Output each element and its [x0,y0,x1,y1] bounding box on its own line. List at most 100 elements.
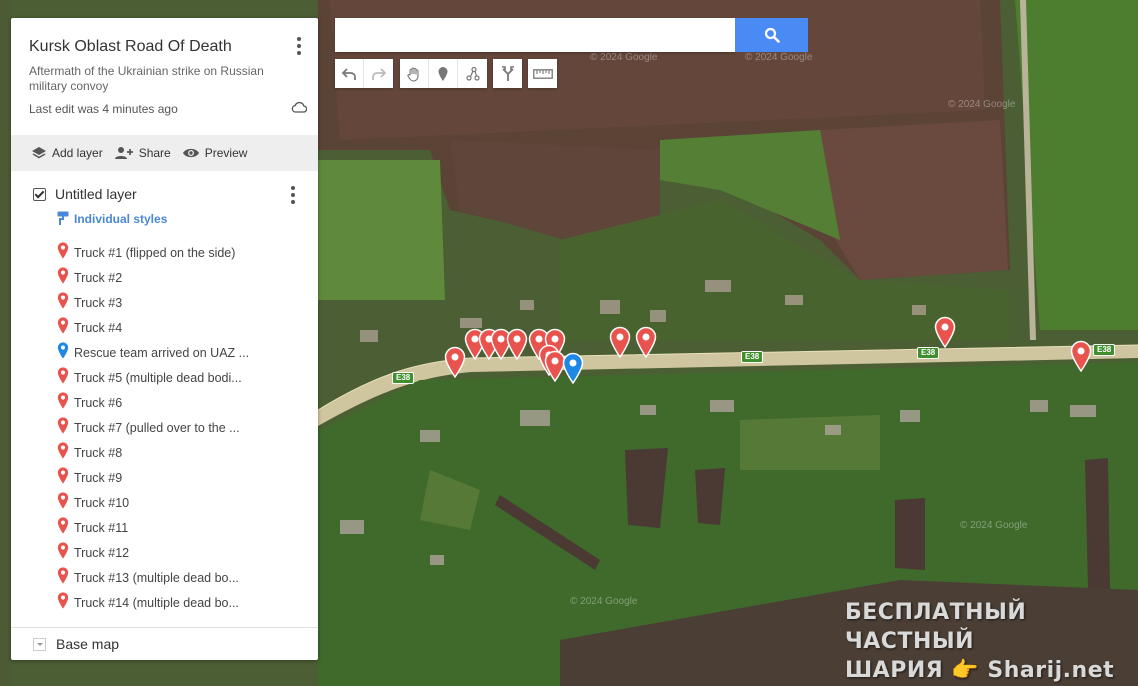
layer-style-link[interactable]: Individual styles [57,211,167,226]
road-label-e38: E38 [1093,344,1116,356]
search-button[interactable] [735,18,808,52]
item-label: Truck #6 [74,395,123,410]
map-marker[interactable] [562,352,584,384]
map-pin-icon [56,266,70,290]
road-label-e38: E38 [741,351,764,363]
list-item[interactable]: Truck #2 [56,265,306,290]
map-pin-icon [56,316,70,340]
preview-label: Preview [204,146,248,160]
map-pin-icon [56,416,70,440]
map-pin-icon [56,541,70,565]
layer-header: Untitled layer [33,186,137,202]
item-label: Truck #1 (flipped on the side) [74,245,236,260]
directions-icon [501,65,514,81]
divider [11,627,318,628]
imagery-credit: © 2024 Google [745,52,813,63]
imagery-credit: © 2024 Google [960,520,1028,531]
list-item[interactable]: Truck #3 [56,290,306,315]
share-button[interactable]: Share [114,146,171,160]
list-item[interactable]: Rescue team arrived on UAZ ... [56,340,306,365]
map-pin-icon [56,441,70,465]
list-item[interactable]: Truck #11 [56,515,306,540]
list-item[interactable]: Truck #13 (multiple dead bo... [56,565,306,590]
map-details-panel: Kursk Oblast Road Of Death Aftermath of … [11,18,318,660]
undo-icon [341,67,356,80]
add-person-icon [114,147,133,159]
pan-button[interactable] [400,59,429,88]
map-pin-icon [56,391,70,415]
imagery-credit: © 2024 Google [948,99,1016,110]
imagery-credit: © 2024 Google [570,596,638,607]
list-item[interactable]: Truck #7 (pulled over to the ... [56,415,306,440]
list-item[interactable]: Truck #10 [56,490,306,515]
map-marker[interactable] [444,346,466,378]
item-label: Truck #3 [74,295,123,310]
item-label: Rescue team arrived on UAZ ... [74,345,250,360]
add-layer-button[interactable]: Add layer [31,146,103,160]
layer-options-button[interactable] [290,186,296,204]
list-item[interactable]: Truck #5 (multiple dead bodi... [56,365,306,390]
map-marker[interactable] [609,326,631,358]
base-map-label: Base map [56,636,120,652]
map-marker[interactable] [934,316,956,348]
map-pin-icon [56,291,70,315]
undo-button[interactable] [335,59,364,88]
item-label: Truck #14 (multiple dead bo... [74,595,239,610]
item-label: Truck #13 (multiple dead bo... [74,570,239,585]
last-edit-status: Last edit was 4 minutes ago [29,102,178,116]
list-item[interactable]: Truck #12 [56,540,306,565]
map-title[interactable]: Kursk Oblast Road Of Death [29,38,232,56]
add-marker-icon [438,66,448,81]
hand-icon [407,66,419,82]
measure-toolbar [528,59,557,88]
list-item[interactable]: Truck #8 [56,440,306,465]
map-marker[interactable] [506,328,528,360]
item-label: Truck #11 [74,520,129,535]
redo-button[interactable] [364,59,393,88]
map-pin-icon [56,591,70,615]
map-marker[interactable] [635,326,657,358]
layer-name[interactable]: Untitled layer [55,186,137,202]
redo-icon [371,67,386,80]
item-label: Truck #10 [74,495,130,510]
map-description[interactable]: Aftermath of the Ukrainian strike on Rus… [29,64,279,94]
list-item[interactable]: Truck #6 [56,390,306,415]
more-vert-icon [291,186,295,190]
list-item[interactable]: Truck #9 [56,465,306,490]
share-label: Share [138,146,171,160]
draw-line-button[interactable] [458,59,487,88]
history-toolbar [335,59,393,88]
draw-line-icon [465,66,480,81]
layer-style-label: Individual styles [74,211,168,226]
base-map-row[interactable]: Base map [33,636,119,652]
item-label: Truck #5 (multiple dead bodi... [74,370,242,385]
add-marker-button[interactable] [429,59,458,88]
directions-button[interactable] [493,59,522,88]
item-label: Truck #7 (pulled over to the ... [74,420,240,435]
watermark-line1: БЕСПЛАТНЫЙ ЧАСТНЫЙ [845,600,1027,654]
search-input[interactable] [335,18,735,52]
add-layer-label: Add layer [52,146,103,160]
directions-toolbar [493,59,522,88]
map-pin-icon [56,516,70,540]
eye-icon [182,148,199,158]
item-label: Truck #8 [74,445,123,460]
map-pin-icon [56,366,70,390]
map-marker[interactable] [1070,340,1092,372]
imagery-credit: © 2024 Google [590,52,658,63]
list-item[interactable]: Truck #1 (flipped on the side) [56,240,306,265]
map-options-button[interactable] [296,37,302,55]
cloud-saved-icon [291,101,307,113]
road-label-e38: E38 [392,372,415,384]
layer-visibility-checkbox[interactable] [33,187,46,201]
list-item[interactable]: Truck #14 (multiple dead bo... [56,590,306,615]
preview-button[interactable]: Preview [182,146,248,160]
expand-icon[interactable] [33,637,46,651]
list-item[interactable]: Truck #4 [56,315,306,340]
map-pin-icon [56,566,70,590]
item-label: Truck #4 [74,320,123,335]
measure-button[interactable] [528,59,557,88]
panel-actions: Add layer Share Preview [11,135,318,171]
ruler-icon [532,68,553,79]
watermark: БЕСПЛАТНЫЙ ЧАСТНЫЙ ШАРИЯ 👉 Sharij.net [845,598,1138,685]
